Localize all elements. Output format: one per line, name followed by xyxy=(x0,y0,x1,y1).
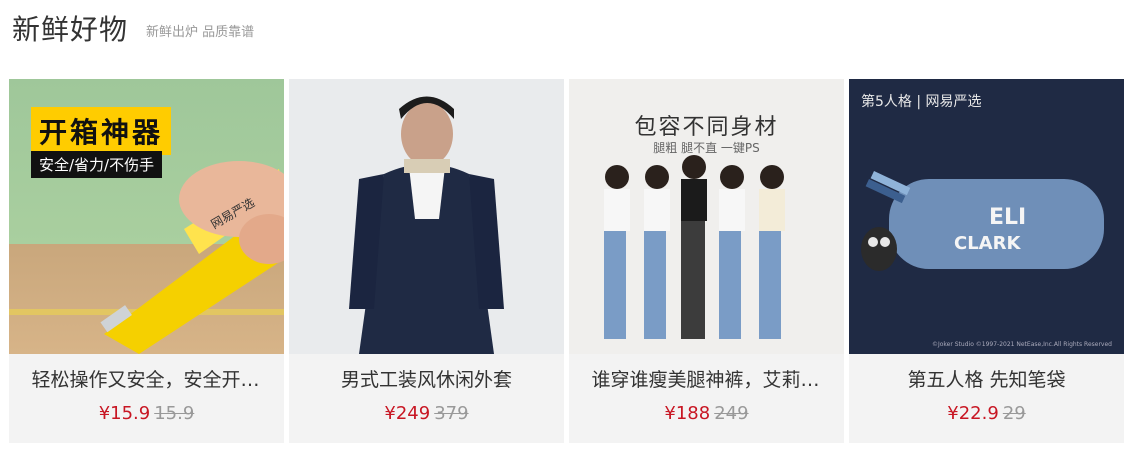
product-name[interactable]: 轻松操作又安全，安全开箱刀 xyxy=(32,366,262,394)
product-info: 轻松操作又安全，安全开箱刀 ¥15.9 15.9 xyxy=(9,354,284,443)
price-row: ¥15.9 15.9 xyxy=(99,402,195,426)
original-price: 29 xyxy=(1002,403,1026,424)
product-card[interactable]: 包容不同身材 腿粗 腿不直 一键PS 谁穿谁瘦美腿神裤，艾莉森 ¥188 249 xyxy=(569,79,844,443)
original-price: 379 xyxy=(434,403,469,424)
product-name[interactable]: 男式工装风休闲外套 xyxy=(312,366,542,394)
product-card[interactable]: 男式工装风休闲外套 ¥249 379 xyxy=(289,79,564,443)
product-image[interactable]: 开箱神器 安全/省力/不伤手 网易严选 xyxy=(9,79,284,354)
case-text-eli: ELI xyxy=(989,205,1026,230)
section-header: 新鲜好物 新鲜出炉 品质靠谱 xyxy=(12,8,254,48)
current-price: ¥249 xyxy=(384,403,431,424)
jeans-models-photo xyxy=(604,155,785,339)
product-image[interactable]: 包容不同身材 腿粗 腿不直 一键PS xyxy=(569,79,844,354)
product-info: 男式工装风休闲外套 ¥249 379 xyxy=(289,354,564,443)
case-text-clark: CLARK xyxy=(954,233,1021,254)
jacket-model-photo xyxy=(349,96,504,354)
original-price: 15.9 xyxy=(154,403,195,424)
original-price: 249 xyxy=(714,403,749,424)
product-image[interactable] xyxy=(289,79,564,354)
current-price: ¥15.9 xyxy=(98,403,151,424)
product-card[interactable]: 第5人格 | 网易严选 ELI CLARK ©Joker Studio ©199… xyxy=(849,79,1124,443)
section-subtitle: 新鲜出炉 品质靠谱 xyxy=(146,25,255,40)
current-price: ¥22.9 xyxy=(947,403,999,424)
price-row: ¥188 249 xyxy=(664,402,748,426)
price-row: ¥22.9 29 xyxy=(947,402,1025,426)
pencil-case-illustration: ELI CLARK xyxy=(861,171,1104,271)
product-name[interactable]: 谁穿谁瘦美腿神裤，艾莉森修身牛仔裤 xyxy=(592,366,822,394)
current-price: ¥188 xyxy=(664,403,711,424)
product-name[interactable]: 第五人格 先知笔袋 xyxy=(872,366,1102,394)
product-card[interactable]: 开箱神器 安全/省力/不伤手 网易严选 轻松操作又安全，安全开箱刀 ¥15.9 1… xyxy=(9,79,284,443)
product-info: 谁穿谁瘦美腿神裤，艾莉森修身牛仔裤 ¥188249 xyxy=(569,354,844,443)
price-row: ¥249 379 xyxy=(384,402,468,426)
product-list: 开箱神器 安全/省力/不伤手 网易严选 轻松操作又安全，安全开箱刀 ¥15.9 1… xyxy=(9,79,1124,443)
section-title: 新鲜好物 xyxy=(12,13,129,46)
copyright-text: ©Joker Studio ©1997-2021 NetEase,Inc.All… xyxy=(931,341,1112,348)
product-image[interactable]: 第5人格 | 网易严选 ELI CLARK ©Joker Studio ©199… xyxy=(849,79,1124,354)
product-info: 第五人格 先知笔袋 ¥22.9 29 xyxy=(849,354,1124,443)
box-cutter-illustration: 网易严选 xyxy=(9,161,284,354)
